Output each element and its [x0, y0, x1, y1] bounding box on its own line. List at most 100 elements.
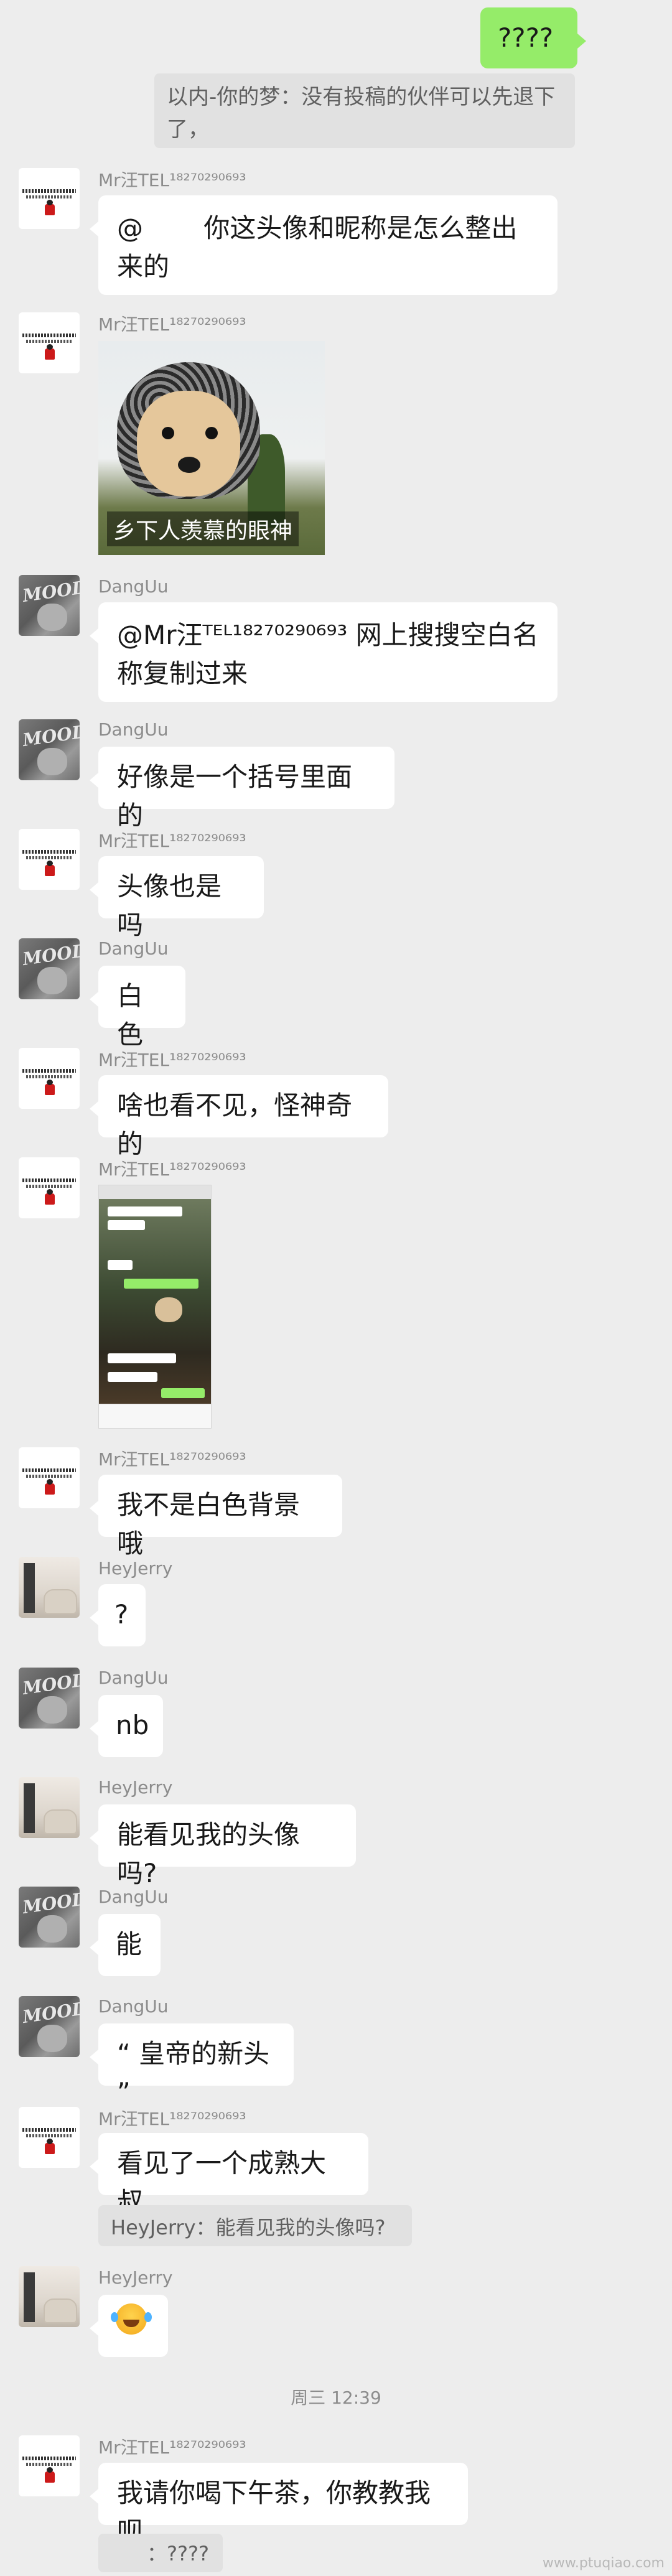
avatar-text-pattern	[26, 1185, 72, 1188]
avatar-text-pattern	[22, 1069, 76, 1073]
screenshot-msg	[108, 1206, 182, 1216]
avatar-mr[interactable]	[19, 829, 80, 890]
cat-face	[37, 604, 67, 631]
mood-avatar-text: MOOD	[21, 1888, 80, 1918]
quoted-message[interactable]: HeyJerry：能看见我的头像吗?	[98, 2205, 412, 2246]
screenshot-msg	[108, 1220, 145, 1230]
message-bubble[interactable]: nb	[90, 1695, 163, 1757]
avatar-text-pattern	[22, 2457, 76, 2460]
chair-shape	[44, 1589, 77, 1614]
avatar-dang[interactable]: MOOD	[19, 1887, 80, 1948]
sender-name: HeyJerry	[98, 1777, 173, 1798]
message-bubble[interactable]: 我不是白色背景哦	[90, 1475, 342, 1559]
avatar-mr[interactable]	[19, 1447, 80, 1508]
avatar-dang[interactable]: MOOD	[19, 938, 80, 999]
dog-eye	[205, 427, 218, 439]
avatar-text-pattern	[26, 340, 72, 343]
sender-name: Mr汪TEL¹⁸²⁷⁰²⁹⁰⁶⁹³	[98, 831, 246, 851]
cat-face	[37, 1696, 67, 1724]
message-bubble[interactable]: @Mr汪ᵀᴱᴸ¹⁸²⁷⁰²⁹⁰⁶⁹³ 网上搜搜空白名称复制过来	[90, 602, 558, 702]
lamp-shape	[24, 1563, 35, 1613]
avatar-mr[interactable]	[19, 312, 80, 373]
screenshot-msg	[108, 1372, 157, 1382]
avatar-text-pattern	[22, 1468, 76, 1472]
avatar-jerry[interactable]	[19, 1557, 80, 1618]
sender-name: DangUu	[98, 938, 169, 959]
mood-avatar-text: MOOD	[21, 1669, 80, 1699]
dog-eye	[162, 427, 174, 439]
self-message-bubble[interactable]: ????	[480, 7, 586, 68]
screenshot-msg	[108, 1260, 133, 1270]
avatar-mr[interactable]	[19, 168, 80, 229]
meme-caption: 乡下人羡慕的眼神	[107, 511, 299, 546]
screenshot-input-bar	[99, 1404, 211, 1428]
message-bubble[interactable]: 能	[90, 1914, 161, 1976]
message-bubble[interactable]: 好像是一个括号里面的	[90, 747, 394, 831]
avatar-dang[interactable]: MOOD	[19, 719, 80, 780]
message-bubble[interactable]: 头像也是吗	[90, 856, 264, 940]
message-bubble[interactable]: 啥也看不见，怪神奇的	[90, 1075, 388, 1159]
screenshot-title-bar	[99, 1185, 211, 1199]
mood-avatar-text: MOOD	[21, 576, 80, 607]
message-bubble[interactable]: 白色	[90, 966, 185, 1050]
screenshot-msg	[161, 1388, 205, 1398]
avatar-mr[interactable]	[19, 1157, 80, 1218]
avatar-mr[interactable]	[19, 2435, 80, 2496]
message-bubble[interactable]: @ 你这头像和昵称是怎么整出来的	[90, 195, 558, 295]
avatar-figure-icon	[45, 1080, 55, 1095]
message-bubble[interactable]: 能看见我的头像吗?	[90, 1804, 356, 1888]
screenshot-msg	[124, 1279, 198, 1289]
sender-name: DangUu	[98, 719, 169, 740]
laughing-emoji-icon	[116, 2303, 147, 2335]
cat-face	[37, 2025, 67, 2052]
message-bubble[interactable]: 看见了一个成熟大叔	[90, 2133, 368, 2217]
avatar-figure-icon	[45, 861, 55, 876]
avatar-text-pattern	[22, 2128, 76, 2132]
meme-image[interactable]: 乡下人羡慕的眼神	[98, 341, 325, 555]
sender-name: Mr汪TEL¹⁸²⁷⁰²⁹⁰⁶⁹³	[98, 1159, 246, 1180]
avatar-text-pattern	[22, 1178, 76, 1182]
avatar-text-pattern	[22, 334, 76, 337]
chair-shape	[44, 1809, 77, 1834]
avatar-mr[interactable]	[19, 2107, 80, 2168]
sender-name: Mr汪TEL¹⁸²⁷⁰²⁹⁰⁶⁹³	[98, 2437, 246, 2458]
chair-shape	[44, 2298, 77, 2323]
avatar-mr[interactable]	[19, 1048, 80, 1109]
dog-face	[137, 391, 240, 497]
avatar-text-pattern	[26, 2463, 72, 2466]
sender-name: HeyJerry	[98, 1558, 173, 1579]
avatar-dang[interactable]: MOOD	[19, 1996, 80, 2057]
message-bubble[interactable]: 我请你喝下午茶，你教教我呗	[90, 2463, 468, 2547]
sender-name: DangUu	[98, 1887, 169, 1907]
cat-face	[37, 748, 67, 775]
avatar-jerry[interactable]	[19, 2266, 80, 2327]
avatar-text-pattern	[26, 856, 72, 859]
sender-name: Mr汪TEL¹⁸²⁷⁰²⁹⁰⁶⁹³	[98, 2109, 246, 2129]
screenshot-image[interactable]	[98, 1185, 212, 1429]
message-bubble[interactable]: ?	[90, 1584, 146, 1646]
avatar-dang[interactable]: MOOD	[19, 575, 80, 636]
sender-name: HeyJerry	[98, 2267, 173, 2288]
quoted-message[interactable]: ：????	[98, 2534, 223, 2572]
screenshot-dog	[155, 1297, 182, 1322]
avatar-figure-icon	[45, 1189, 55, 1205]
avatar-text-pattern	[26, 1475, 72, 1478]
screenshot-msg	[108, 1353, 176, 1363]
mood-avatar-text: MOOD	[21, 1997, 80, 2028]
dog-nose	[178, 457, 200, 473]
avatar-figure-icon	[45, 344, 55, 360]
lamp-shape	[24, 1783, 35, 1833]
message-bubble[interactable]: “ 皇帝的新头 ”	[90, 2023, 294, 2107]
lamp-shape	[24, 2272, 35, 2322]
avatar-dang[interactable]: MOOD	[19, 1668, 80, 1729]
sender-name: DangUu	[98, 1996, 169, 2017]
quoted-message[interactable]: 以内-你的梦：没有投稿的伙伴可以先退下了，	[154, 73, 575, 148]
sender-name: Mr汪TEL¹⁸²⁷⁰²⁹⁰⁶⁹³	[98, 314, 246, 335]
tear-icon	[111, 2312, 118, 2322]
avatar-figure-icon	[45, 1479, 55, 1495]
avatar-text-pattern	[22, 189, 76, 193]
avatar-jerry[interactable]	[19, 1777, 80, 1838]
avatar-text-pattern	[26, 195, 72, 198]
avatar-text-pattern	[26, 1075, 72, 1078]
avatar-figure-icon	[45, 2139, 55, 2154]
